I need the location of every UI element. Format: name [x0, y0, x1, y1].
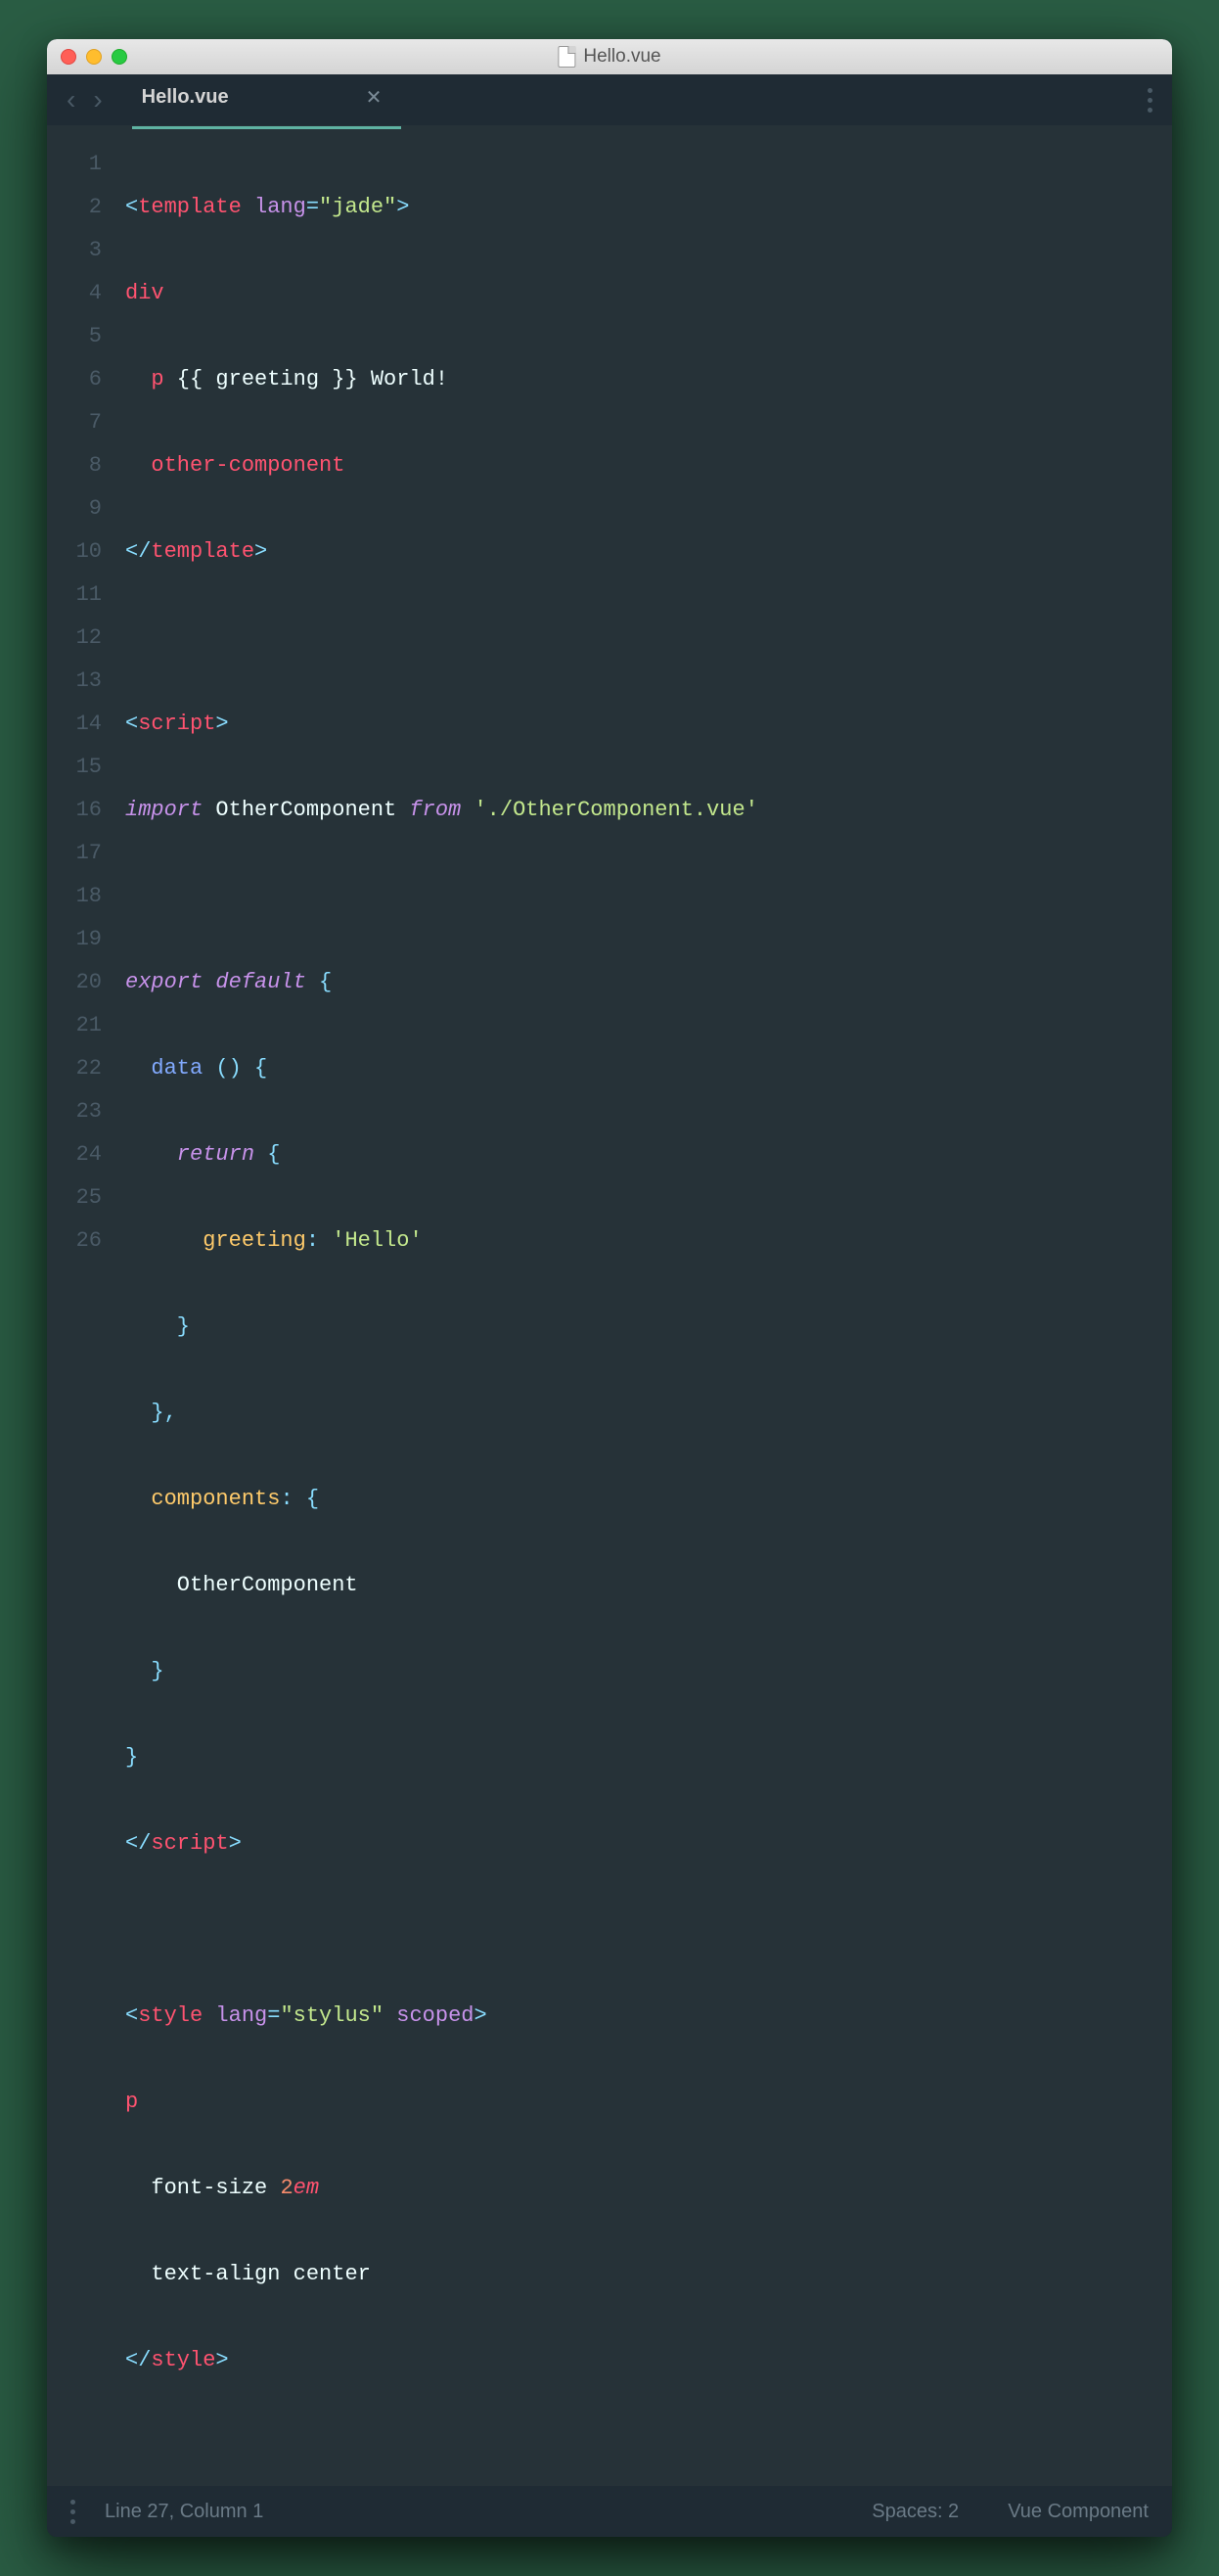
- editor-window: Hello.vue ‹ › Hello.vue ✕ 123 456 789 10…: [47, 39, 1172, 2537]
- syntax-status[interactable]: Vue Component: [1008, 2501, 1149, 2523]
- code-line: text-align center: [125, 2253, 1172, 2296]
- nav-back-icon[interactable]: ‹: [67, 84, 75, 115]
- code-line: export default {: [125, 961, 1172, 1004]
- titlebar: Hello.vue: [47, 39, 1172, 74]
- minimize-window-button[interactable]: [86, 49, 102, 65]
- code-line: return {: [125, 1133, 1172, 1176]
- tab-bar: ‹ › Hello.vue ✕: [47, 74, 1172, 125]
- code-content[interactable]: <template lang="jade"> div p {{ greeting…: [125, 143, 1172, 2468]
- tab-hello-vue[interactable]: Hello.vue ✕: [142, 85, 383, 115]
- code-line: greeting: 'Hello': [125, 1219, 1172, 1263]
- code-line: OtherComponent: [125, 1564, 1172, 1607]
- code-line: }: [125, 1736, 1172, 1779]
- code-line: </script>: [125, 1822, 1172, 1865]
- close-window-button[interactable]: [61, 49, 76, 65]
- status-bar: Line 27, Column 1 Spaces: 2 Vue Componen…: [47, 2486, 1172, 2537]
- code-line: div: [125, 272, 1172, 315]
- indentation-status[interactable]: Spaces: 2: [872, 2501, 959, 2523]
- cursor-position[interactable]: Line 27, Column 1: [105, 2501, 263, 2523]
- code-line: other-component: [125, 444, 1172, 487]
- code-line: [125, 1909, 1172, 1952]
- code-line: }: [125, 1650, 1172, 1693]
- code-line: data () {: [125, 1047, 1172, 1090]
- code-line: }: [125, 1306, 1172, 1349]
- window-title-text: Hello.vue: [583, 46, 660, 68]
- tab-active-indicator: [132, 126, 402, 129]
- nav-arrows: ‹ ›: [67, 84, 103, 115]
- code-line: components: {: [125, 1478, 1172, 1521]
- code-line: [125, 617, 1172, 660]
- code-line: p {{ greeting }} World!: [125, 358, 1172, 401]
- window-title: Hello.vue: [558, 46, 660, 68]
- maximize-window-button[interactable]: [112, 49, 127, 65]
- tab-title: Hello.vue: [142, 86, 229, 109]
- status-more-icon[interactable]: [70, 2500, 75, 2524]
- close-icon[interactable]: ✕: [366, 85, 383, 110]
- code-line: <script>: [125, 703, 1172, 746]
- code-line: [125, 875, 1172, 918]
- file-icon: [558, 46, 575, 68]
- code-line: },: [125, 1392, 1172, 1435]
- line-gutter: 123 456 789 101112 131415 161718 192021 …: [47, 143, 125, 2468]
- code-line: <style lang="stylus" scoped>: [125, 1995, 1172, 2038]
- code-editor[interactable]: 123 456 789 101112 131415 161718 192021 …: [47, 125, 1172, 2486]
- code-line: font-size 2em: [125, 2167, 1172, 2210]
- more-options-icon[interactable]: [1148, 88, 1152, 113]
- code-line: p: [125, 2081, 1172, 2124]
- nav-forward-icon[interactable]: ›: [93, 84, 102, 115]
- code-line: </template>: [125, 530, 1172, 574]
- code-line: import OtherComponent from './OtherCompo…: [125, 789, 1172, 832]
- code-line: <template lang="jade">: [125, 186, 1172, 229]
- code-line: </style>: [125, 2339, 1172, 2382]
- window-controls: [61, 49, 127, 65]
